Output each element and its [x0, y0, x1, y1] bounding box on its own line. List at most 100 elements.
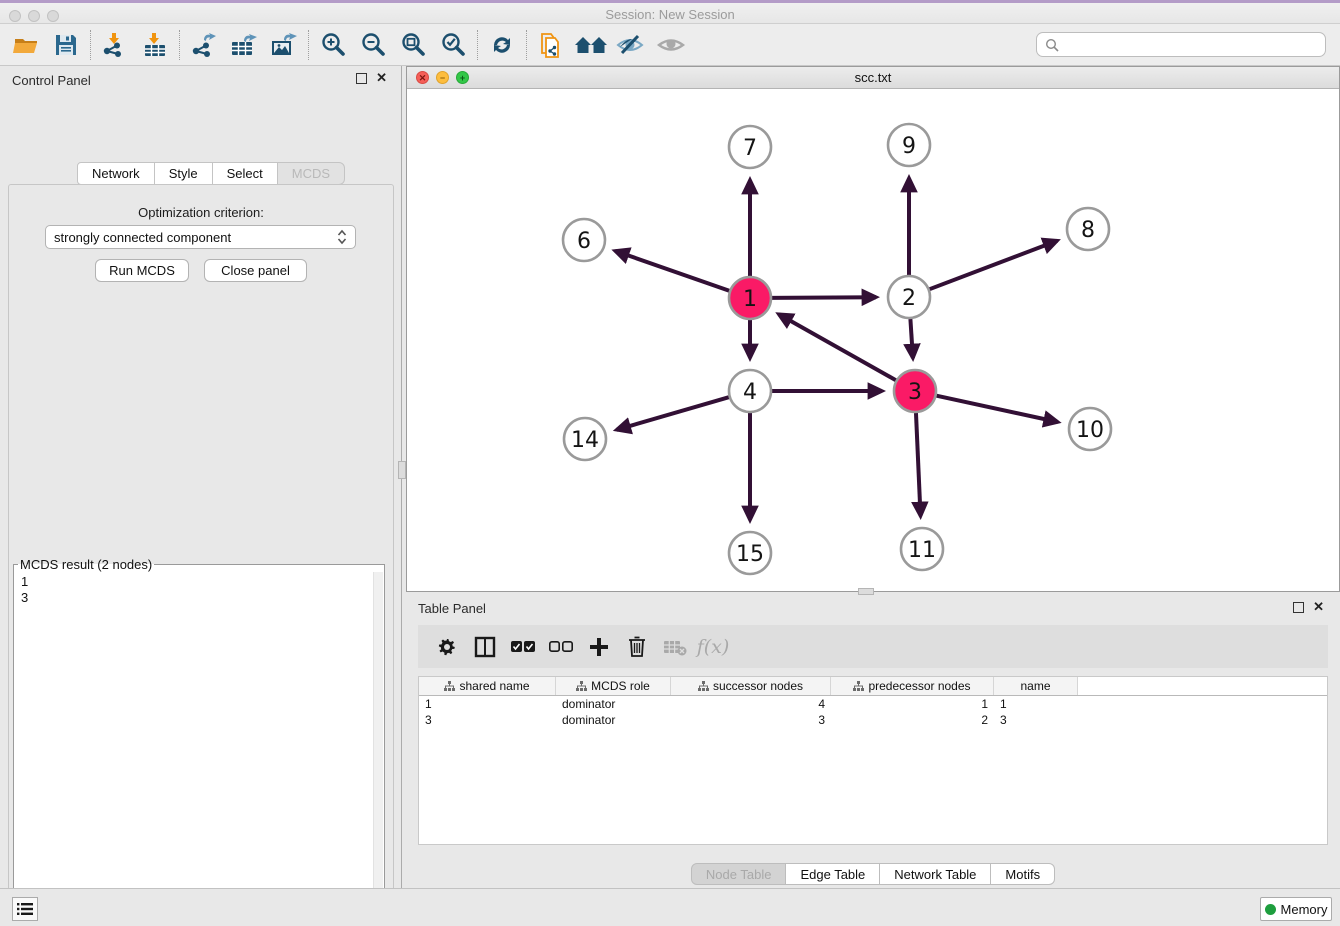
- refresh-button[interactable]: [482, 27, 522, 63]
- vertical-splitter-grip[interactable]: [398, 461, 406, 479]
- mcds-result-scrollbar[interactable]: [373, 572, 383, 926]
- zoom-selected-button[interactable]: [433, 27, 473, 63]
- edge-3-11[interactable]: [916, 413, 921, 516]
- edge-2-8[interactable]: [930, 241, 1058, 289]
- eye-slash-icon: [616, 33, 646, 57]
- show-column-panel-button[interactable]: [466, 629, 504, 665]
- float-table-panel-icon[interactable]: [1293, 602, 1304, 613]
- cell-MCDS-role[interactable]: dominator: [556, 697, 671, 711]
- cell-MCDS-role[interactable]: dominator: [556, 713, 671, 727]
- run-mcds-button[interactable]: Run MCDS: [95, 259, 189, 282]
- export-network-button[interactable]: [184, 27, 224, 63]
- edge-3-10[interactable]: [936, 396, 1057, 422]
- plus-icon: [589, 637, 609, 657]
- unselect-all-columns-button[interactable]: [542, 629, 580, 665]
- toolbar-separator: [308, 30, 309, 60]
- table-row[interactable]: 3dominator323: [419, 712, 1327, 728]
- checked-boxes-icon: [511, 641, 535, 653]
- network-window-titlebar[interactable]: ✕ − + scc.txt: [407, 67, 1339, 89]
- tab-select[interactable]: Select: [213, 162, 278, 185]
- mcds-result-item[interactable]: 3: [21, 590, 367, 606]
- cell-shared-name[interactable]: 3: [419, 713, 556, 727]
- mcds-result-list[interactable]: 13: [15, 572, 373, 926]
- export-image-button[interactable]: [264, 27, 304, 63]
- cell-name[interactable]: 1: [994, 697, 1078, 711]
- cell-successor-nodes[interactable]: 3: [671, 713, 831, 727]
- mcds-result-item[interactable]: 1: [21, 574, 367, 590]
- tab-motifs[interactable]: Motifs: [991, 863, 1055, 885]
- toolbar-separator: [90, 30, 91, 60]
- status-bar: Memory: [0, 888, 1340, 926]
- graph-node-label-1: 1: [743, 287, 757, 312]
- main-toolbar: [0, 24, 1340, 66]
- tab-mcds[interactable]: MCDS: [278, 162, 345, 185]
- zoom-in-icon: [320, 32, 346, 58]
- tab-style[interactable]: Style: [155, 162, 213, 185]
- table-row[interactable]: 1dominator411: [419, 696, 1327, 712]
- search-input[interactable]: [1059, 37, 1325, 52]
- memory-button[interactable]: Memory: [1260, 897, 1332, 921]
- export-network-icon: [191, 32, 217, 58]
- tab-network-table[interactable]: Network Table: [880, 863, 991, 885]
- open-session-button[interactable]: [6, 27, 46, 63]
- float-panel-icon[interactable]: [356, 73, 367, 84]
- edge-1-2[interactable]: [772, 297, 876, 298]
- select-stepper-icon: [337, 229, 347, 245]
- close-table-panel-icon[interactable]: ✕: [1313, 600, 1324, 614]
- create-column-button[interactable]: [580, 629, 618, 665]
- close-panel-icon[interactable]: ✕: [376, 71, 387, 85]
- graph-node-label-3: 3: [908, 380, 922, 405]
- import-table-icon: [142, 32, 168, 58]
- function-builder-button[interactable]: f(x): [694, 629, 732, 665]
- show-all-button[interactable]: [651, 27, 691, 63]
- export-image-icon: [270, 32, 298, 58]
- zoom-out-button[interactable]: [353, 27, 393, 63]
- tab-network[interactable]: Network: [77, 162, 155, 185]
- task-history-button[interactable]: [12, 897, 38, 921]
- edge-4-14[interactable]: [617, 397, 729, 430]
- control-panel-header: Control Panel ✕: [0, 66, 401, 94]
- close-panel-button[interactable]: Close panel: [204, 259, 307, 282]
- graph-node-label-6: 6: [577, 229, 591, 254]
- cell-shared-name[interactable]: 1: [419, 697, 556, 711]
- column-header-MCDS-role[interactable]: MCDS role: [556, 677, 671, 695]
- edge-1-6[interactable]: [615, 251, 729, 291]
- node-table-header: shared nameMCDS rolesuccessor nodesprede…: [419, 677, 1327, 696]
- search-box[interactable]: [1036, 32, 1326, 57]
- export-table-button[interactable]: [224, 27, 264, 63]
- table-settings-button[interactable]: [428, 629, 466, 665]
- save-session-button[interactable]: [46, 27, 86, 63]
- cell-successor-nodes[interactable]: 4: [671, 697, 831, 711]
- column-type-icon: [576, 681, 587, 692]
- delete-column-button[interactable]: [618, 629, 656, 665]
- tab-node-table[interactable]: Node Table: [691, 863, 787, 885]
- horizontal-splitter-grip[interactable]: [858, 588, 874, 595]
- duplicate-network-button[interactable]: [531, 27, 571, 63]
- graph-node-label-15: 15: [736, 542, 764, 567]
- hide-selected-button[interactable]: [611, 27, 651, 63]
- cell-predecessor-nodes[interactable]: 1: [831, 697, 994, 711]
- tab-edge-table[interactable]: Edge Table: [786, 863, 880, 885]
- import-network-button[interactable]: [95, 27, 135, 63]
- open-folder-icon: [13, 33, 39, 57]
- graph-node-label-9: 9: [902, 134, 916, 159]
- edge-2-3[interactable]: [910, 319, 912, 358]
- column-header-shared-name[interactable]: shared name: [419, 677, 556, 695]
- delete-table-button[interactable]: [656, 629, 694, 665]
- edge-3-1[interactable]: [779, 314, 896, 380]
- cell-predecessor-nodes[interactable]: 2: [831, 713, 994, 727]
- node-table[interactable]: shared nameMCDS rolesuccessor nodesprede…: [418, 676, 1328, 845]
- mcds-result-title: MCDS result (2 nodes): [18, 557, 154, 572]
- select-all-columns-button[interactable]: [504, 629, 542, 665]
- import-table-button[interactable]: [135, 27, 175, 63]
- column-header-successor-nodes[interactable]: successor nodes: [671, 677, 831, 695]
- optimization-criterion-select[interactable]: strongly connected component: [45, 225, 356, 249]
- list-icon: [17, 902, 33, 916]
- column-header-name[interactable]: name: [994, 677, 1078, 695]
- cell-name[interactable]: 3: [994, 713, 1078, 727]
- network-canvas[interactable]: 7968124314101511: [407, 89, 1339, 591]
- home-button[interactable]: [571, 27, 611, 63]
- zoom-in-button[interactable]: [313, 27, 353, 63]
- zoom-fit-button[interactable]: [393, 27, 433, 63]
- column-header-predecessor-nodes[interactable]: predecessor nodes: [831, 677, 994, 695]
